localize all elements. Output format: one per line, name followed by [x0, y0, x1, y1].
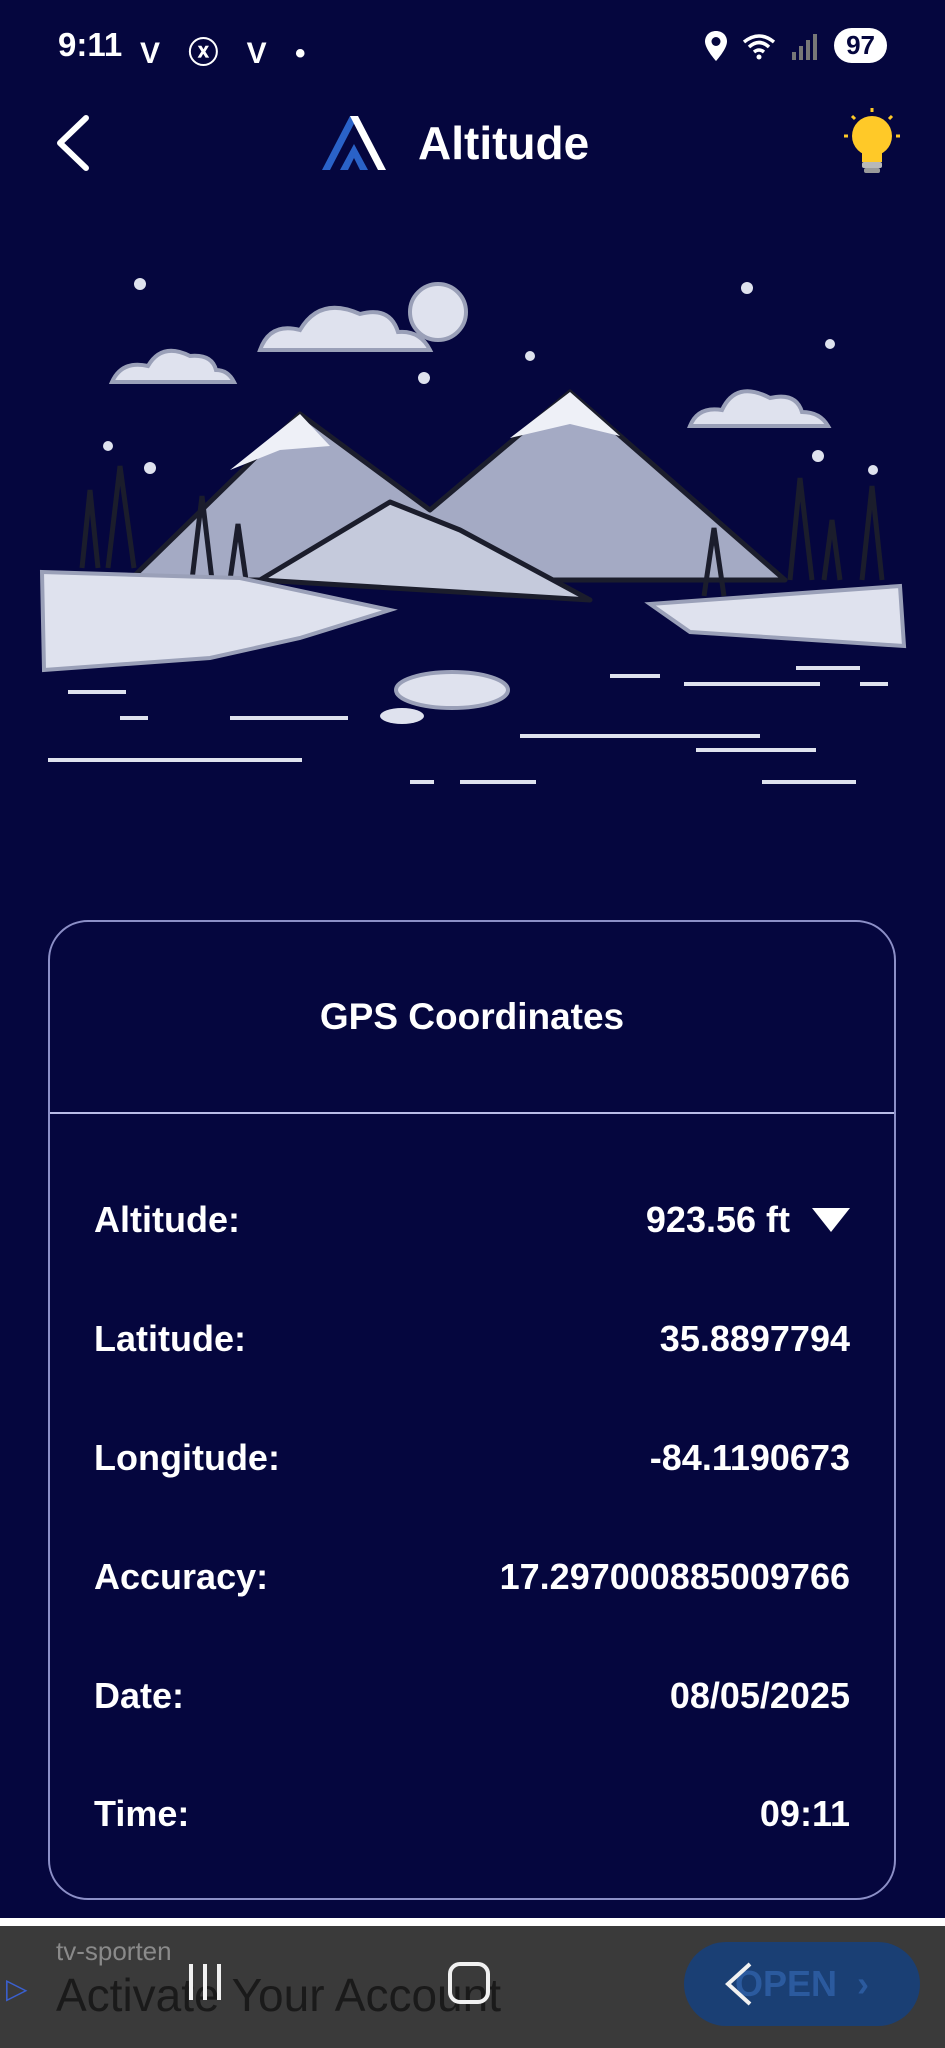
ad-headline: Activate Your Account: [56, 1969, 501, 2021]
card-divider: [50, 1112, 894, 1114]
accuracy-value: 17.297000885009766: [499, 1556, 850, 1597]
time-row: Time: 09:11: [94, 1784, 850, 1844]
lightbulb-icon[interactable]: [840, 106, 904, 182]
altitude-label: Altitude:: [94, 1199, 240, 1240]
card-title: GPS Coordinates: [319, 996, 625, 1037]
nav-back-icon[interactable]: [720, 1960, 760, 2008]
longitude-row: Longitude: -84.1190673: [94, 1428, 850, 1488]
time-value: 09:11: [759, 1793, 850, 1834]
ad-sponsor: tv-sporten: [56, 1936, 172, 1966]
longitude-label: Longitude:: [94, 1437, 280, 1478]
latitude-label: Latitude:: [94, 1318, 246, 1359]
altitude-value-group: 923.56 ft: [646, 1199, 850, 1241]
app-logo-icon: [322, 116, 386, 170]
accuracy-row: Accuracy: 17.297000885009766: [94, 1547, 850, 1607]
location-pin-icon: [705, 30, 728, 61]
ad-choices-icon[interactable]: ▷: [6, 1972, 28, 2005]
gps-coordinates-card: GPS Coordinates Altitude: 923.56 ft Lati…: [48, 920, 896, 1900]
recents-icon[interactable]: [185, 1960, 225, 2004]
latitude-value: 35.8897794: [659, 1318, 850, 1359]
battery-level: 97: [846, 30, 875, 60]
wifi-icon: [742, 33, 776, 59]
status-time: 9:11: [58, 26, 123, 63]
home-button-icon[interactable]: [448, 1962, 490, 2004]
chevron-right-icon: ›: [857, 1963, 870, 2004]
status-right-group: 97: [704, 28, 887, 63]
unit-dropdown-icon[interactable]: [812, 1208, 850, 1232]
date-label: Date:: [94, 1675, 185, 1716]
date-row: Date: 08/05/2025: [94, 1666, 850, 1726]
altitude-row: Altitude: 923.56 ft: [94, 1190, 850, 1250]
status-notification-icons: V ⓧ V •: [140, 37, 316, 70]
signal-icon: [792, 33, 818, 60]
latitude-row: Latitude: 35.8897794: [94, 1309, 850, 1369]
altitude-value: 923.56 ft: [645, 1199, 790, 1240]
status-bar: 9:11 V ⓧ V • 97: [0, 0, 945, 96]
accuracy-label: Accuracy:: [94, 1556, 269, 1597]
back-arrow-icon[interactable]: [46, 108, 106, 178]
mountain-illustration: [39, 278, 907, 784]
longitude-value: -84.1190673: [649, 1437, 850, 1478]
page-title: Altitude: [418, 117, 590, 169]
battery-indicator: 97: [834, 28, 887, 63]
app-header: Altitude: [0, 96, 945, 196]
time-label: Time:: [94, 1793, 190, 1834]
date-value: 08/05/2025: [669, 1675, 850, 1716]
